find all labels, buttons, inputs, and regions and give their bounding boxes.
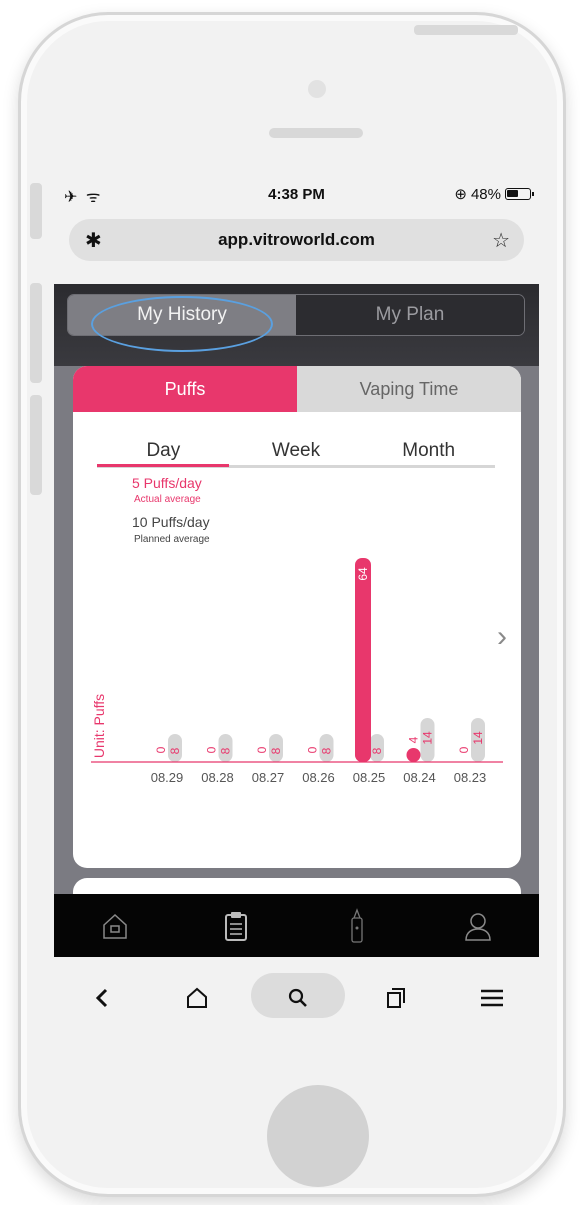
power-button (414, 25, 518, 35)
x-tick-label: 08.26 (302, 770, 335, 785)
phone-screen: ✈ ᯤ 4:38 PM ⊕ 48% ✱ app.vitroworld.com ☆… (54, 178, 539, 1038)
menu-icon (481, 989, 503, 1006)
app-bottom-nav (54, 894, 539, 957)
nav-device[interactable] (297, 894, 418, 957)
x-tick-label: 08.25 (353, 770, 386, 785)
search-button[interactable] (268, 957, 328, 1038)
back-button[interactable] (72, 957, 132, 1038)
puffs-bar-chart: Unit: Puffs 8008.298008.288008.278008.268… (91, 558, 503, 785)
actual-average-value: 5 Puffs/day (132, 475, 202, 491)
earpiece-speaker (269, 128, 363, 138)
actual-bar-label: 64 (356, 567, 370, 581)
browser-toolbar (54, 957, 539, 1038)
tab-my-plan[interactable]: My Plan (296, 295, 524, 335)
battery-icon (505, 188, 534, 200)
history-plan-toggle: My History My Plan (67, 294, 525, 336)
profile-icon (465, 912, 492, 941)
app-header: My History My Plan (54, 284, 539, 366)
browser-home-button[interactable] (167, 957, 227, 1038)
home-icon (102, 913, 127, 939)
battery-percent: 48% (470, 185, 501, 203)
planned-bar-label: 8 (370, 747, 384, 754)
app-content: My History My Plan Puffs Vaping Time Day… (54, 284, 539, 938)
tab-my-history[interactable]: My History (68, 295, 296, 335)
browser-url-row: ✱ app.vitroworld.com ☆ (54, 212, 539, 284)
browser-home-icon (187, 987, 207, 1008)
planned-bar-label: 14 (471, 731, 485, 745)
search-icon (288, 988, 307, 1007)
planned-average-value: 10 Puffs/day (132, 514, 210, 530)
x-tick-label: 08.27 (252, 770, 285, 785)
orientation-lock-icon: ⊕ (454, 186, 467, 203)
tabs-icon (387, 987, 405, 1008)
device-icon (351, 907, 363, 943)
nav-plan[interactable] (175, 894, 296, 957)
planned-bar-label: 8 (219, 747, 233, 754)
nav-home[interactable] (54, 894, 175, 957)
volume-down-button (30, 395, 42, 495)
url-bar[interactable]: ✱ app.vitroworld.com ☆ (69, 219, 524, 261)
tab-week[interactable]: Week (230, 440, 363, 466)
status-bar: ✈ ᯤ 4:38 PM ⊕ 48% (54, 178, 539, 212)
actual-bar-label: 0 (205, 746, 219, 753)
x-tick-label: 08.29 (151, 770, 184, 785)
x-tick-label: 08.28 (201, 770, 234, 785)
actual-bar (355, 558, 371, 762)
tab-puffs[interactable]: Puffs (73, 366, 297, 412)
period-active-indicator (97, 464, 229, 467)
planned-bar-label: 14 (421, 731, 435, 745)
actual-bar-label: 0 (255, 746, 269, 753)
url-text[interactable]: app.vitroworld.com (69, 230, 524, 250)
planned-bar-label: 8 (269, 747, 283, 754)
mute-switch (30, 183, 42, 239)
nav-profile[interactable] (418, 894, 539, 957)
phone-home-button[interactable] (267, 1085, 369, 1187)
back-icon (95, 988, 108, 1007)
menu-button[interactable] (462, 957, 522, 1038)
metric-tabs: Puffs Vaping Time (73, 366, 521, 412)
planned-bar-label: 8 (168, 747, 182, 754)
y-axis-label: Unit: Puffs (91, 694, 107, 758)
x-tick-label: 08.23 (454, 770, 487, 785)
tab-vaping-time[interactable]: Vaping Time (297, 366, 521, 412)
usage-card: Puffs Vaping Time Day Week Month 5 Puffs… (73, 366, 521, 868)
volume-up-button (30, 283, 42, 383)
tab-day[interactable]: Day (97, 440, 230, 466)
tabs-button[interactable] (366, 957, 426, 1038)
chevron-right-icon[interactable]: › (497, 620, 507, 654)
clipboard-icon (224, 911, 247, 941)
front-camera (308, 80, 326, 98)
planned-average-label: Planned average (134, 534, 210, 545)
actual-bar-label: 0 (154, 746, 168, 753)
actual-bar-label: 0 (306, 746, 320, 753)
period-tabs: Day Week Month (97, 440, 495, 466)
status-right: ⊕ 48% (454, 185, 534, 203)
tab-month[interactable]: Month (362, 440, 495, 466)
planned-bar-label: 8 (320, 747, 334, 754)
actual-average-label: Actual average (134, 494, 201, 505)
bookmark-star-icon[interactable]: ☆ (492, 228, 510, 253)
x-tick-label: 08.24 (403, 770, 436, 785)
actual-bar (406, 748, 421, 762)
actual-bar-label: 4 (407, 736, 421, 743)
actual-bar-label: 0 (457, 746, 471, 753)
